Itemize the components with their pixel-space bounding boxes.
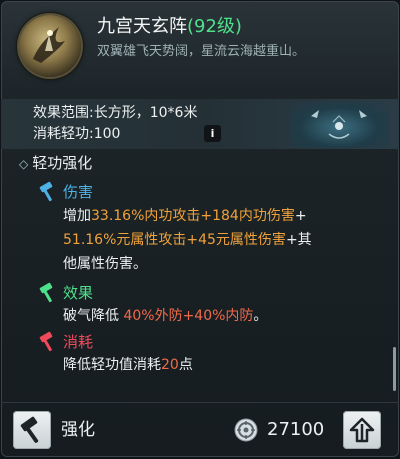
skill-icon [19,15,81,77]
text-plain: 。 [253,308,268,324]
entry-effect-label: 效果 [63,284,94,302]
skill-name: 九宫天玄阵 [97,16,187,37]
text-highlight: 33.16%内功攻击+184内功伤害 [91,208,295,224]
section-title: ◇ 轻功强化 [19,153,92,174]
cost-label: 消耗轻功: [33,126,94,142]
text-plain: 增加 [63,208,91,224]
range-preview-image [289,102,389,148]
entry-cost-label: 消耗 [63,333,94,351]
hammer-icon [39,282,53,303]
text-plain: + [294,208,307,224]
cost-amount: 27100 [267,419,325,440]
text-highlight: 51.16%元属性攻击+45元属性伤害 [63,232,286,248]
diamond-icon: ◇ [19,157,29,171]
confirm-upgrade-button[interactable] [343,411,381,449]
hammer-icon [39,181,53,202]
entry-cost-head: 消耗 [63,332,93,352]
info-icon[interactable]: i [204,125,221,142]
text-plain: 他属性伤害。 [63,256,147,272]
entry-damage-label: 伤害 [63,183,94,201]
entry-damage-head: 伤害 [63,182,93,202]
entry-cost-line-1: 降低轻功值消耗20点 [63,354,193,376]
skill-level: (92级) [187,16,242,37]
entry-effect-line-1: 破气降低 40%外防+40%内防。 [63,305,267,327]
entry-effect-head: 效果 [63,283,93,303]
scrollbar[interactable] [393,347,396,391]
cost-value: 100 [93,126,121,142]
text-plain: 降低轻功值消耗 [63,357,161,373]
hammer-icon [39,331,53,352]
range-line: 效果范围:长方形，10*6米 [33,104,197,122]
hammer-icon [20,416,39,443]
range-value: 长方形，10*6米 [93,105,198,121]
range-label: 效果范围: [33,105,94,121]
upgrade-button[interactable] [13,411,51,449]
footer-divider [1,402,399,403]
skill-header: 九宫天玄阵(92级) 双翼雄飞天势阔，星流云海越重山。 [1,1,399,101]
text-highlight: 40%外防+40%内防 [123,308,254,324]
entry-damage-line-2: 51.16%元属性攻击+45元属性伤害+其 [63,229,312,251]
skill-description: 双翼雄飞天势阔，星流云海越重山。 [97,44,306,59]
arrow-up-icon [349,417,375,443]
text-plain: 点 [178,357,193,373]
section-title-text: 轻功强化 [32,154,93,172]
upgrade-label[interactable]: 强化 [61,418,95,442]
entry-damage-line-3: 他属性伤害。 [63,253,147,275]
cost-line: 消耗轻功:100 [33,125,120,143]
text-highlight: 20 [161,357,179,373]
coin-icon [234,418,258,442]
skill-title: 九宫天玄阵(92级) [97,15,242,39]
entry-damage-line-1: 增加33.16%内功攻击+184内功伤害+ [63,205,307,227]
text-plain: +其 [285,232,312,248]
text-plain: 破气降低 [63,308,124,324]
skill-tooltip-panel: 九宫天玄阵(92级) 双翼雄飞天势阔，星流云海越重山。 效果范围:长方形，10*… [1,1,399,457]
